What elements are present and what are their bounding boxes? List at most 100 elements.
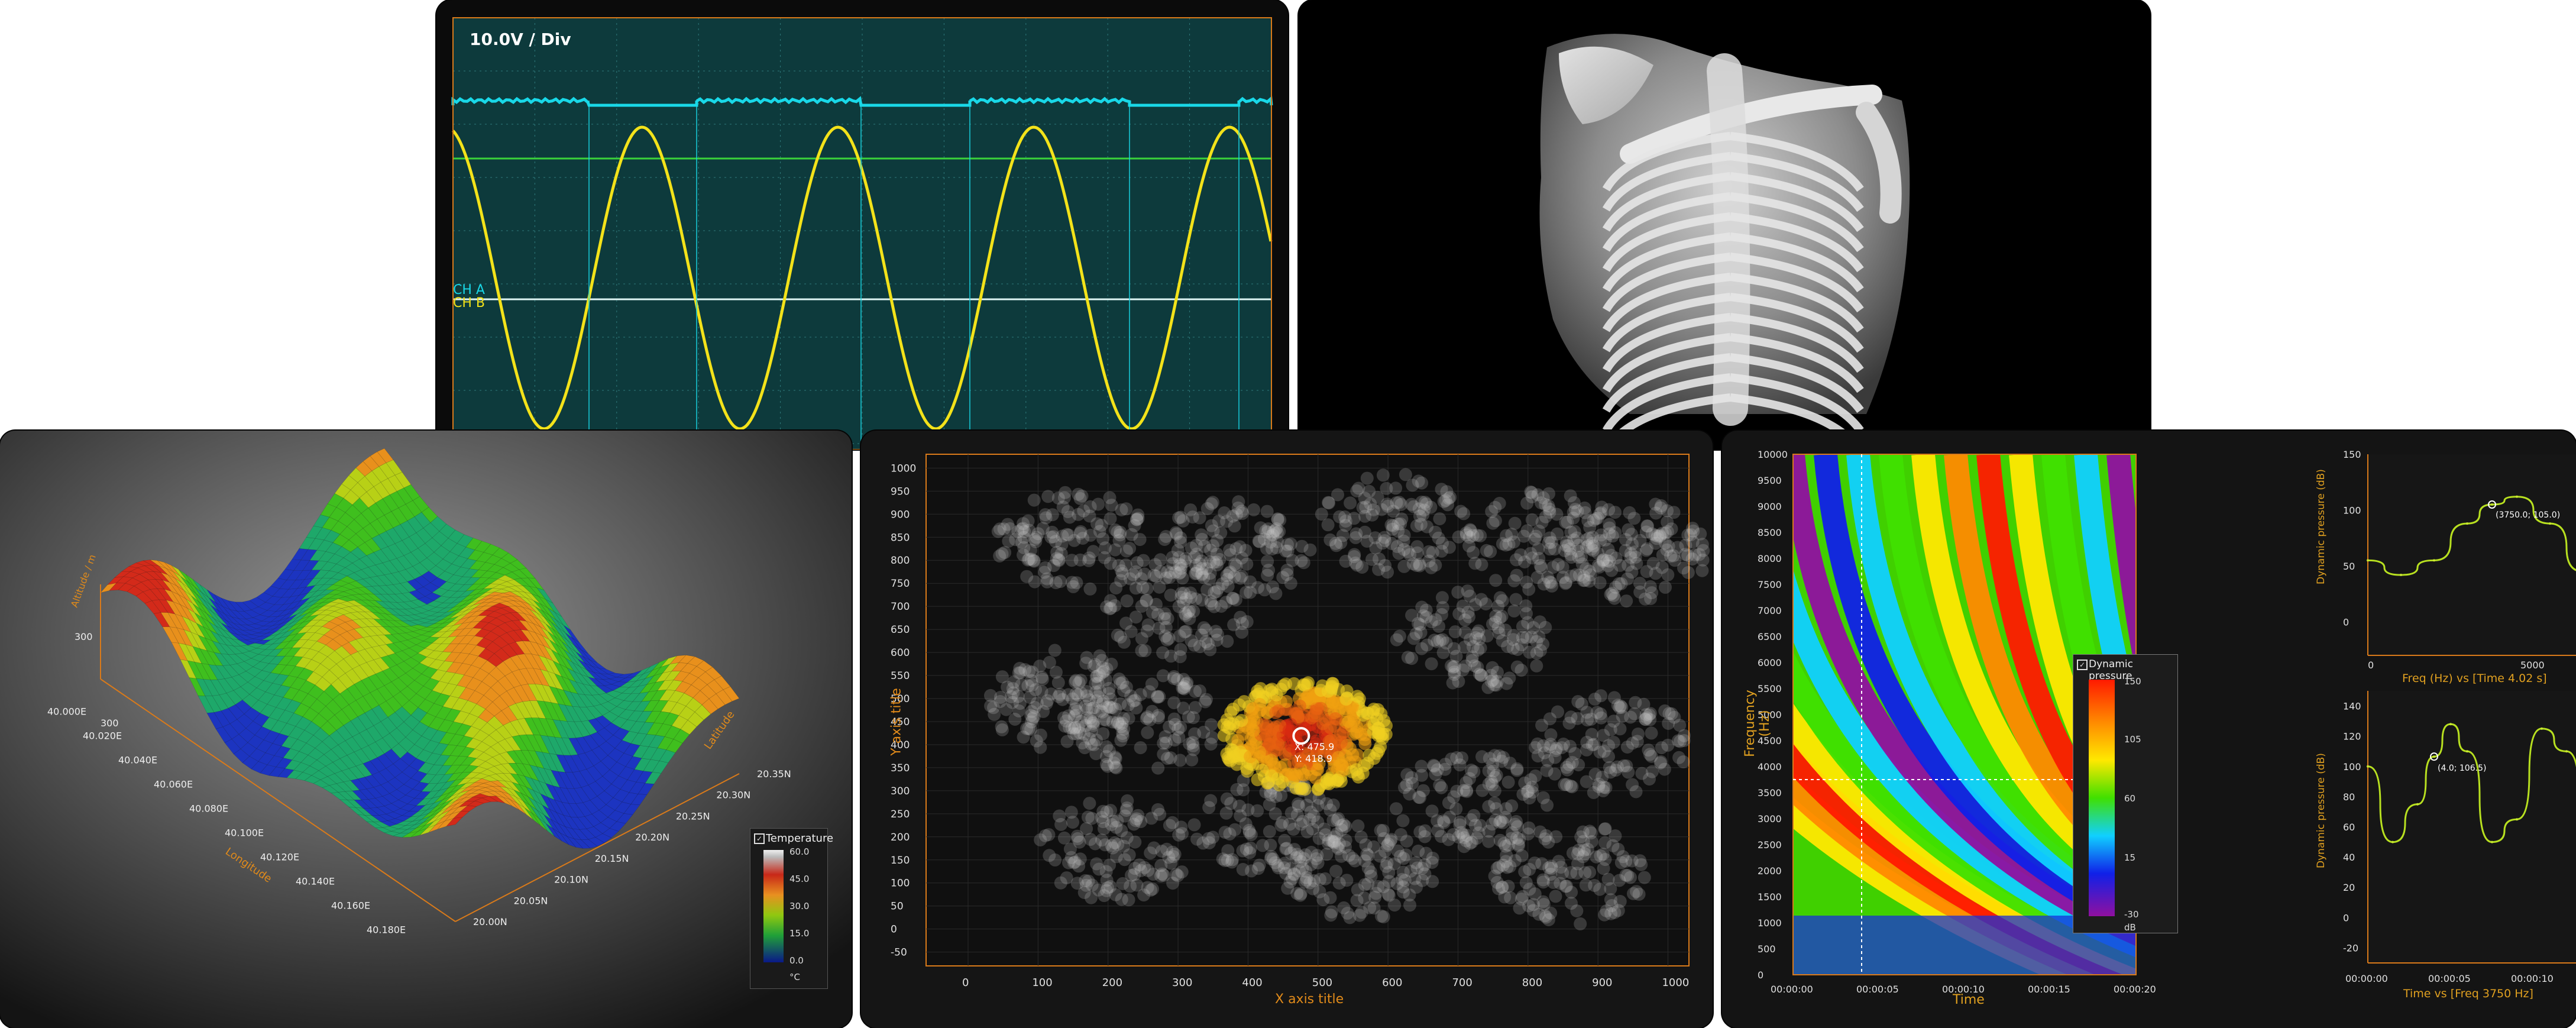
- spectrogram-legend-colorbar: [2089, 680, 2115, 916]
- scatter-point: [1147, 841, 1161, 855]
- scatter-point: [1284, 537, 1297, 551]
- scatter-point: [1100, 600, 1114, 613]
- scatter-point: [1204, 794, 1218, 807]
- scatter-point: [1541, 799, 1554, 812]
- x-tick-label: 00:00:10: [2511, 973, 2554, 984]
- scatter-point: [1635, 767, 1649, 780]
- scatter-point: [1113, 528, 1127, 542]
- x-tick-label: 40.120E: [260, 852, 299, 863]
- scatter-point: [1460, 784, 1473, 797]
- x-tick-label: 600: [1382, 977, 1402, 989]
- scatter-point: [1467, 809, 1481, 822]
- scatter-plot: 0 100 200 300 400 500 600 700 800 900 100010009509…: [891, 454, 1710, 989]
- cross-section-freq-data-point: [2491, 503, 2493, 506]
- spectrogram-legend-tick-0: 150: [2124, 676, 2141, 687]
- scatter-point: [1539, 829, 1553, 842]
- y-tick-label: 2000: [1758, 865, 1782, 877]
- scatter-point: [1090, 733, 1103, 747]
- scatter-point: [1057, 831, 1071, 845]
- scatter-point: [1566, 846, 1580, 860]
- scatter-point: [1156, 669, 1170, 683]
- y-tick-label: 0: [891, 924, 897, 936]
- scatter-point: [1101, 881, 1115, 894]
- scatter-point: [993, 549, 1007, 563]
- scatter-point: [1334, 536, 1348, 549]
- scatter-point: [1462, 531, 1476, 544]
- legend-checkbox-icon[interactable]: ✓: [754, 833, 765, 844]
- scatter-point: [1260, 505, 1274, 518]
- scatter-point: [1174, 720, 1187, 734]
- scatter-point: [1053, 809, 1066, 823]
- highlighted-point: [1346, 748, 1360, 761]
- scatter-point: [1228, 823, 1242, 836]
- scatter-point: [1658, 762, 1671, 776]
- scatter-point: [1604, 588, 1617, 601]
- scatter-point: [1211, 558, 1224, 571]
- scatter-point: [1418, 824, 1432, 838]
- scatter-point: [1549, 744, 1562, 757]
- scatter-point: [1358, 492, 1371, 505]
- scatter-point: [1374, 823, 1387, 837]
- scatter-point: [1140, 582, 1154, 596]
- scatter-point: [1520, 607, 1533, 620]
- scatter-point: [1256, 839, 1269, 852]
- y-tick-label: 200: [891, 832, 910, 843]
- y-tick-label: -20: [2343, 942, 2358, 953]
- scatter-point: [1303, 543, 1317, 557]
- scatter-point: [1177, 673, 1190, 686]
- y-tick-label: 50: [2343, 561, 2355, 572]
- legend-tick-4: 0.0: [789, 955, 804, 966]
- scatter-point: [1144, 883, 1157, 897]
- scatter-point: [1607, 715, 1620, 728]
- scatter-point: [1465, 835, 1478, 849]
- legend-colorbar: [763, 850, 784, 962]
- z-tick-label: 20.05N: [514, 895, 548, 906]
- cross-section-time-area: [2368, 691, 2576, 963]
- scatter-point: [1052, 554, 1066, 567]
- scatter-point: [1131, 809, 1145, 822]
- x-tick-label: 00:00:00: [1771, 984, 1813, 995]
- legend-checkbox-icon[interactable]: ✓: [2077, 660, 2088, 670]
- y-tick-label: 900: [891, 509, 910, 521]
- scatter-point: [1378, 845, 1391, 858]
- scatter-point: [1429, 613, 1442, 626]
- scatter-point: [995, 720, 1008, 733]
- legend-tick-0: 60.0: [789, 846, 810, 857]
- scatter-point: [1475, 558, 1488, 571]
- scatter-point: [1160, 842, 1173, 856]
- scatter-point: [1586, 531, 1600, 544]
- scatter-point: [1501, 880, 1515, 893]
- highlighted-point: [1358, 733, 1371, 746]
- scatter-point: [1507, 604, 1521, 618]
- scatter-point: [1376, 468, 1390, 482]
- scatter-point: [1358, 509, 1372, 523]
- scatter-point: [1397, 852, 1410, 865]
- scatter-point: [1008, 713, 1022, 726]
- scatter-point: [1512, 838, 1525, 851]
- x-tick-label: 0: [2368, 660, 2374, 671]
- y-tick-label: 700: [891, 601, 910, 613]
- y-tick-label: 50: [891, 901, 904, 913]
- y-tick-label: 850: [891, 532, 910, 544]
- cross-section-time-data-point: [2565, 750, 2568, 753]
- scatter-point: [1135, 644, 1148, 658]
- scatter-point: [1540, 764, 1554, 777]
- y-tick-label: 8500: [1758, 527, 1782, 538]
- spectrogram-band: [2254, 454, 2294, 819]
- scatter-point: [1122, 893, 1135, 907]
- scatter-point: [1596, 848, 1610, 861]
- scatter-point: [1585, 542, 1598, 556]
- scatter-point: [1384, 833, 1398, 846]
- scatter-point: [1400, 768, 1414, 781]
- highlighted-point: [1259, 722, 1273, 735]
- scatter-point: [1124, 572, 1137, 586]
- scatter-point: [1179, 592, 1193, 606]
- spectrogram-band: [2216, 454, 2254, 838]
- y-tick-label: 300: [101, 717, 119, 729]
- scatter-point: [1154, 869, 1167, 882]
- cross-section-time-data-point: [2491, 840, 2493, 843]
- y-tick-label: 140: [2343, 701, 2361, 712]
- cross-section-freq-data-point: [2466, 522, 2468, 525]
- scatter-point: [1622, 765, 1635, 779]
- scatter-point: [1057, 711, 1070, 725]
